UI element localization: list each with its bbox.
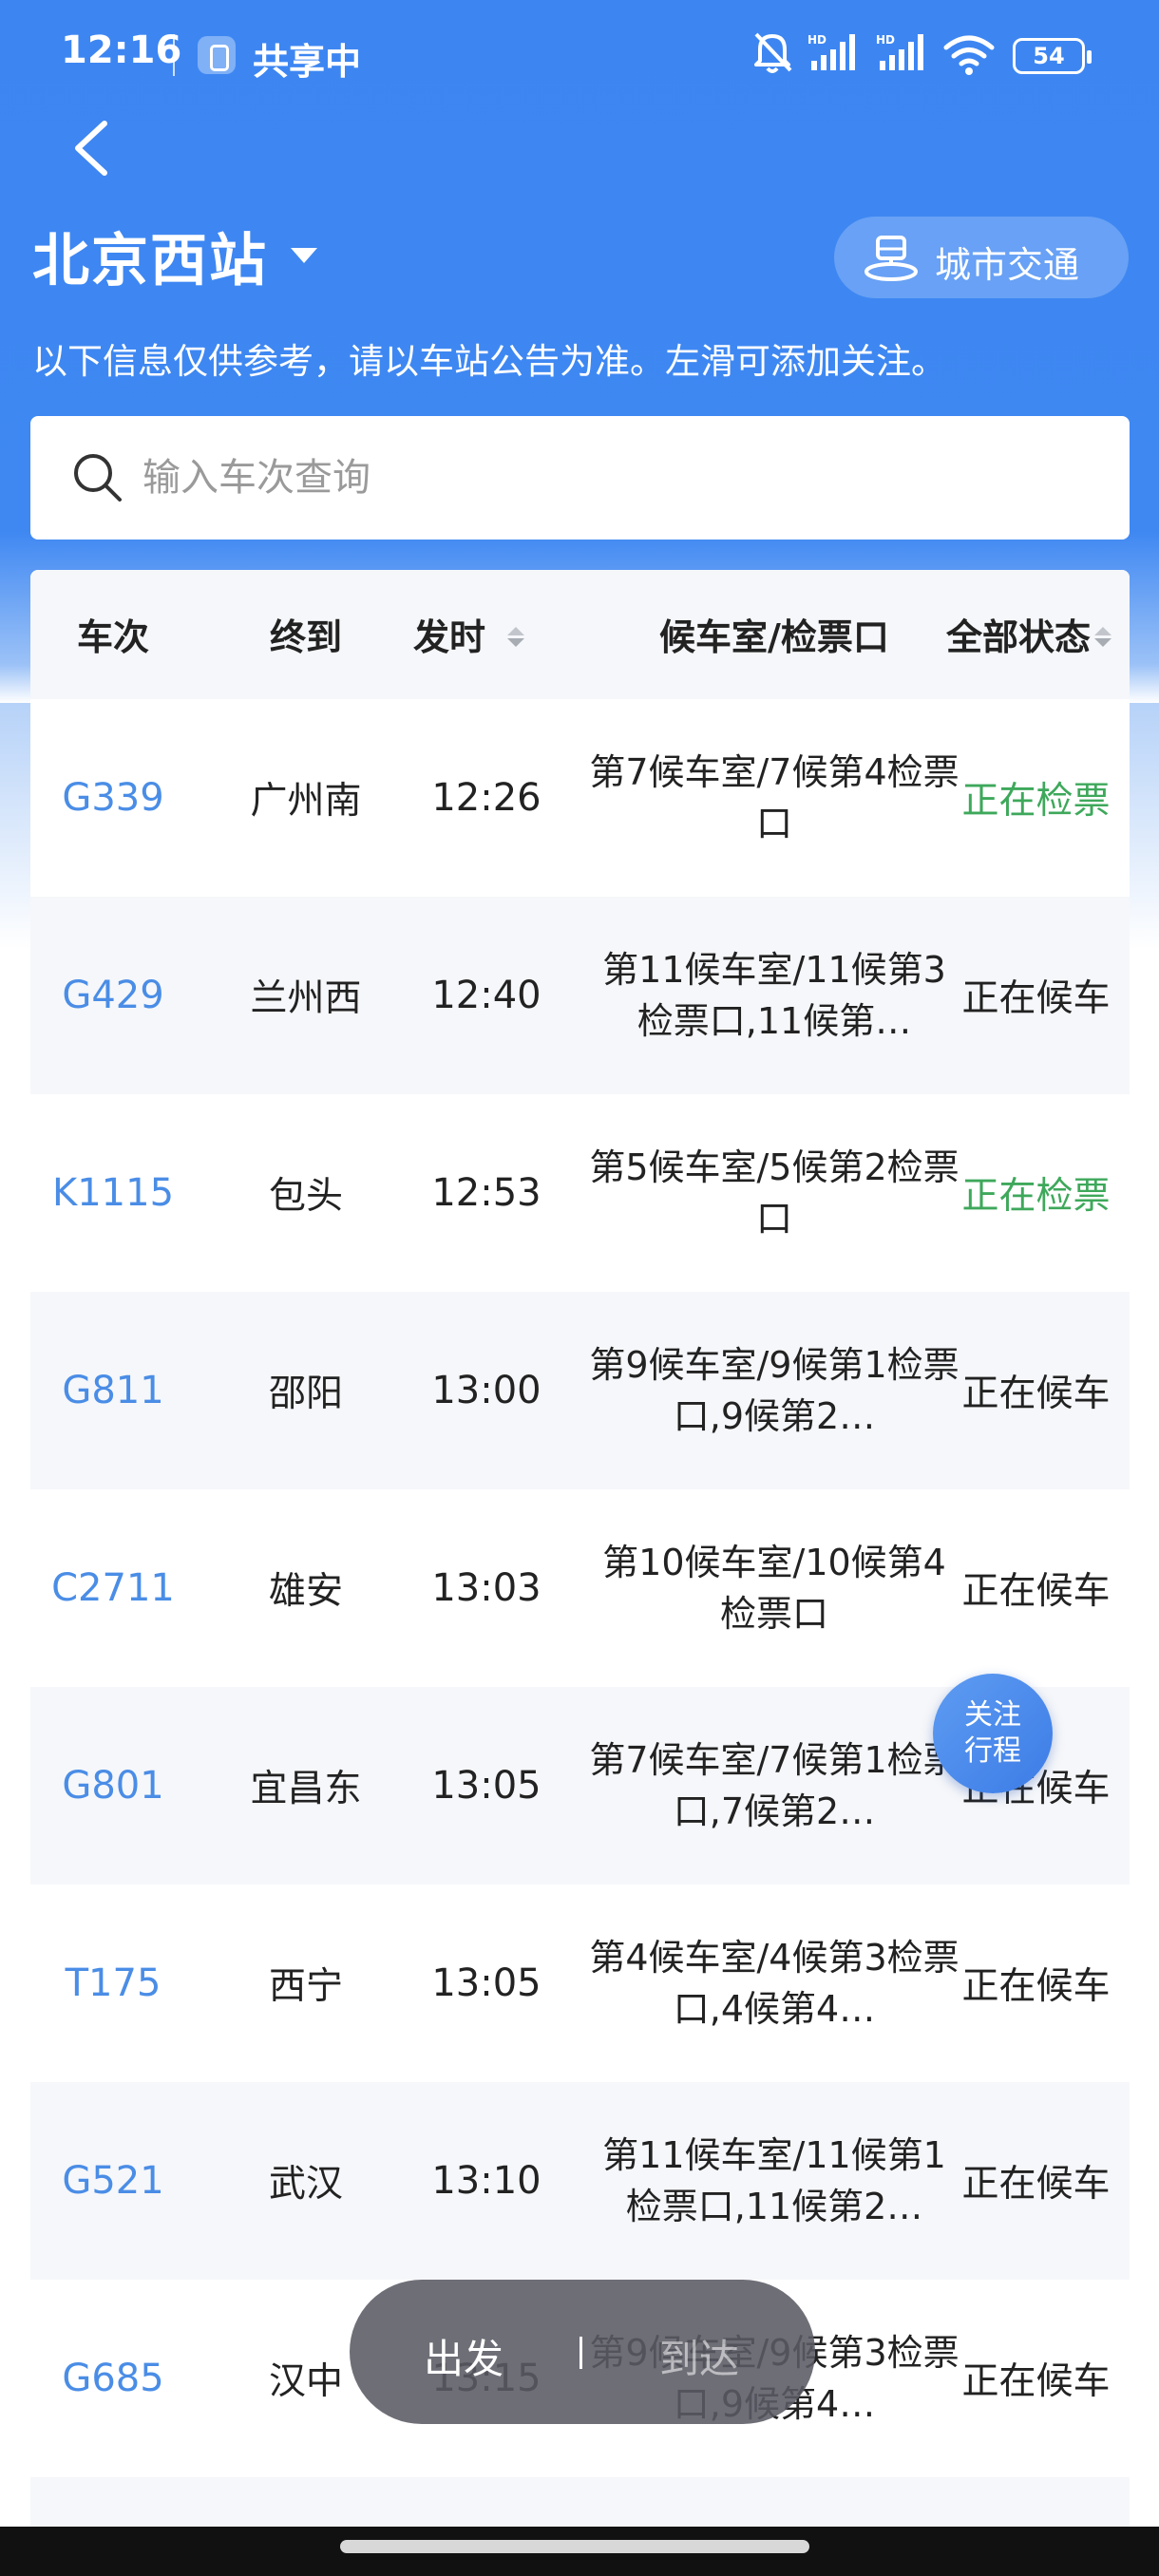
train-status: 正在候车 <box>961 977 1111 1020</box>
departure-arrival-toggle[interactable]: 出发 到达 <box>350 2280 815 2424</box>
depart-time: 13:00 <box>431 1369 542 1412</box>
destination: 雄安 <box>268 1570 343 1613</box>
waiting-room: 第11候车室/11候第1检票口,11候第2… <box>580 2082 969 2280</box>
destination: 广州南 <box>250 780 362 823</box>
waiting-room-text: 第5候车室/5候第2检票口 <box>589 1146 960 1240</box>
depart-time: 12:40 <box>431 974 542 1017</box>
destination: 西宁 <box>268 1965 343 2008</box>
train-status: 正在检票 <box>961 780 1111 823</box>
table-row[interactable]: T175 西宁 13:05 第4候车室/4候第3检票口,4候第4… 正在候车 <box>30 1885 1130 2082</box>
waiting-room: 第7候车室/7候第4检票口 <box>580 699 969 897</box>
city-transport-label: 城市交通 <box>935 244 1080 286</box>
train-status: 正在候车 <box>961 1965 1111 2008</box>
notice-text: 以下信息仅供参考，请以车站公告为准。左滑可添加关注。 <box>32 341 946 382</box>
table-row[interactable]: G429 兰州西 12:40 第11候车室/11候第3检票口,11候第… 正在候… <box>30 897 1130 1094</box>
waiting-room-text: 第9候车室/9候第1检票口,9候第2… <box>589 1344 960 1437</box>
depart-time: 12:53 <box>431 1171 542 1215</box>
svg-text:HD: HD <box>876 33 895 47</box>
destination: 包头 <box>268 1175 343 1218</box>
status-separator <box>173 34 175 76</box>
waiting-room-text: 第4候车室/4候第3检票口,4候第4… <box>589 1937 960 2030</box>
depart-time: 13:05 <box>431 1961 542 2005</box>
destination: 宜昌东 <box>250 1768 362 1810</box>
train-number[interactable]: G685 <box>30 2280 196 2477</box>
waiting-room: 第7候车室/7候第1检票口,7候第2… <box>580 1687 969 1885</box>
wifi-icon <box>943 35 995 75</box>
table-row[interactable]: G811 邵阳 13:00 第9候车室/9候第1检票口,9候第2… 正在候车 <box>30 1292 1130 1489</box>
svg-text:HD: HD <box>808 33 826 47</box>
train-number[interactable]: G339 <box>30 699 196 897</box>
navigation-bar <box>0 2527 1159 2576</box>
status-sort-down-icon[interactable] <box>1094 638 1112 647</box>
train-number[interactable]: G801 <box>30 1687 196 1885</box>
train-status: 正在候车 <box>961 1570 1111 1613</box>
column-destination: 终到 <box>269 616 342 658</box>
table-row[interactable]: G521 武汉 13:10 第11候车室/11候第1检票口,11候第2… 正在候… <box>30 2082 1130 2280</box>
search-box[interactable] <box>30 416 1130 540</box>
back-arrow-icon[interactable] <box>66 118 120 179</box>
arrival-tab[interactable]: 到达 <box>659 2327 739 2385</box>
status-sort-up-icon[interactable] <box>1094 627 1112 635</box>
city-transport-button[interactable]: 城市交通 <box>834 217 1129 298</box>
depart-time: 13:03 <box>431 1566 542 1610</box>
depart-time: 13:05 <box>431 1764 542 1808</box>
signal-hd-icon: HD <box>808 33 855 70</box>
destination: 兰州西 <box>250 977 362 1020</box>
waiting-room: 第5候车室/5候第2检票口 <box>580 1094 969 1292</box>
home-indicator[interactable] <box>340 2540 809 2553</box>
table-row[interactable]: G339 广州南 12:26 第7候车室/7候第4检票口 正在检票 <box>30 699 1130 897</box>
sort-up-icon[interactable] <box>507 627 524 635</box>
destination: 邵阳 <box>268 1373 343 1415</box>
column-depart-time[interactable]: 发时 <box>397 608 502 660</box>
train-status: 正在候车 <box>961 1373 1111 1415</box>
train-number[interactable]: T175 <box>30 1885 196 2082</box>
train-status: 正在检票 <box>961 1175 1111 1218</box>
train-number[interactable]: G429 <box>30 897 196 1094</box>
follow-trip-label: 关注行程 <box>964 1698 1021 1768</box>
column-train: 车次 <box>76 616 149 658</box>
waiting-room: 第10候车室/10候第4检票口 <box>580 1489 969 1687</box>
departure-tab[interactable]: 出发 <box>424 2327 504 2385</box>
table-row[interactable]: C2711 雄安 13:03 第10候车室/10候第4检票口 正在候车 <box>30 1489 1130 1687</box>
train-number[interactable]: G811 <box>30 1292 196 1489</box>
transit-icon <box>864 236 918 281</box>
train-status: 正在候车 <box>961 2163 1111 2206</box>
follow-trip-button[interactable]: 关注行程 <box>933 1674 1053 1793</box>
waiting-room-text: 第10候车室/10候第4检票口 <box>602 1542 946 1635</box>
waiting-room-text: 第11候车室/11候第1检票口,11候第2… <box>602 2134 946 2227</box>
train-status: 正在候车 <box>961 2360 1111 2403</box>
table-row <box>30 2477 1130 2527</box>
train-number[interactable]: C2711 <box>30 1489 196 1687</box>
screen-share-icon <box>198 36 236 74</box>
train-number[interactable]: G521 <box>30 2082 196 2280</box>
table-row[interactable]: K1115 包头 12:53 第5候车室/5候第2检票口 正在检票 <box>30 1094 1130 1292</box>
search-icon <box>74 454 122 502</box>
waiting-room: 第11候车室/11候第3检票口,11候第… <box>580 897 969 1094</box>
status-time: 12:16 <box>61 28 182 72</box>
table-header: 车次 终到 发时 候车室/检票口 全部状态 <box>30 570 1130 699</box>
battery-indicator: 54 <box>1013 38 1092 74</box>
station-title[interactable]: 北京西站 <box>32 215 268 297</box>
destination: 武汉 <box>268 2163 343 2206</box>
depart-time: 12:26 <box>431 776 542 820</box>
depart-time: 13:10 <box>431 2159 542 2203</box>
train-number[interactable]: K1115 <box>30 1094 196 1292</box>
waiting-room-text: 第11候车室/11候第3检票口,11候第… <box>602 949 946 1042</box>
status-bar: 12:16 共享中 HD HD 54 <box>0 0 1159 112</box>
waiting-room: 第4候车室/4候第3检票口,4候第4… <box>580 1885 969 2082</box>
waiting-room-text: 第7候车室/7候第4检票口 <box>589 751 960 844</box>
share-status: 共享中 <box>253 41 362 83</box>
train-table: 车次 终到 发时 候车室/检票口 全部状态 G339 广州南 12:26 第7候… <box>30 570 1130 2527</box>
column-status-filter[interactable]: 全部状态 <box>923 608 1113 660</box>
waiting-room: 第9候车室/9候第1检票口,9候第2… <box>580 1292 969 1489</box>
toggle-divider <box>580 2337 582 2369</box>
bell-muted-icon <box>754 32 792 73</box>
station-dropdown-icon[interactable] <box>291 248 317 263</box>
column-waiting-room: 候车室/检票口 <box>659 616 889 658</box>
waiting-room-text: 第7候车室/7候第1检票口,7候第2… <box>589 1739 960 1832</box>
signal-hd-icon-2: HD <box>876 33 923 70</box>
sort-down-icon[interactable] <box>507 638 524 647</box>
search-input[interactable] <box>142 445 998 511</box>
